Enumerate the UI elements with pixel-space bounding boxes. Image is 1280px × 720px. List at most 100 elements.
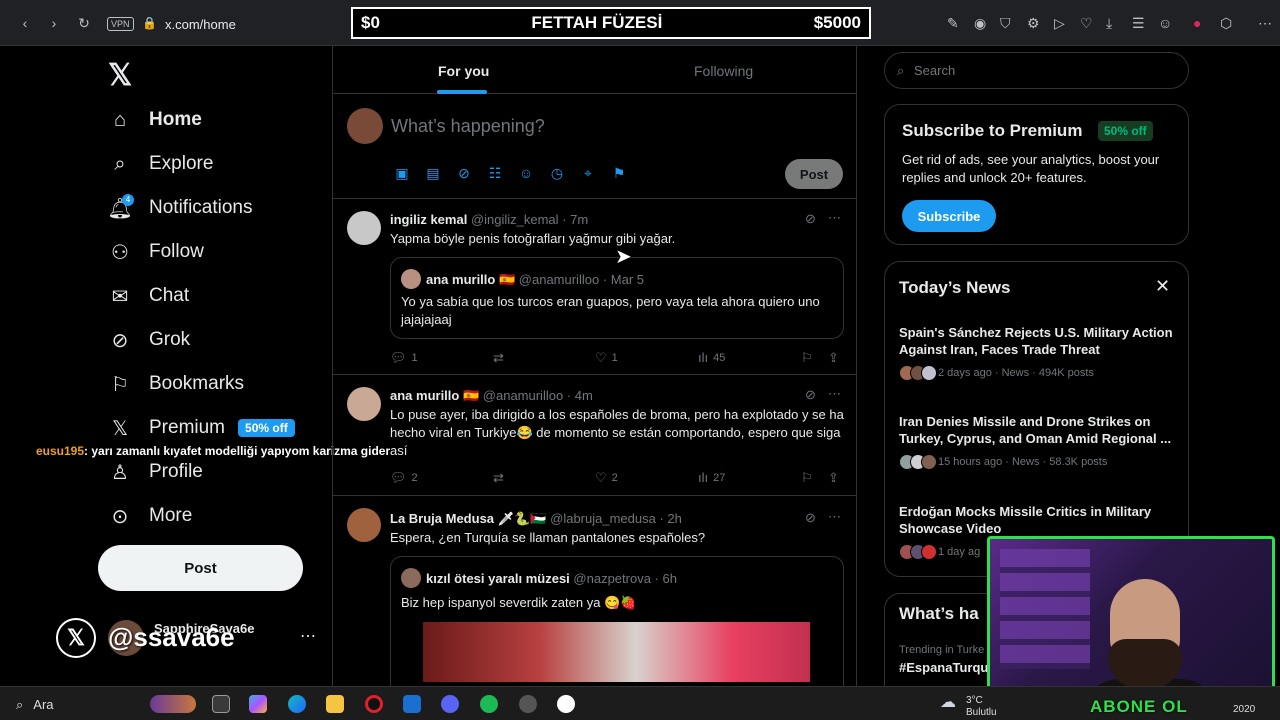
media-image[interactable]: [423, 622, 810, 682]
author-handle[interactable]: @labruja_medusa: [550, 511, 656, 526]
download-icon[interactable]: ⤓: [1106, 15, 1112, 32]
subscribe-button[interactable]: Subscribe: [902, 200, 996, 232]
address-bar[interactable]: x.com/home: [165, 17, 236, 32]
nav-home[interactable]: ⌂ Home: [108, 100, 202, 140]
retweet-button[interactable]: ⇄: [493, 470, 504, 486]
more-dots-icon[interactable]: ⋯: [828, 210, 841, 226]
quoted-tweet[interactable]: kızıl ötesi yaralı müzesi @nazpetrova · …: [390, 556, 844, 686]
views-button[interactable]: ılı 27: [698, 470, 725, 485]
tab-following[interactable]: Following: [694, 63, 753, 79]
copilot-icon[interactable]: [249, 695, 267, 713]
list-icon[interactable]: ☰: [1132, 15, 1145, 32]
author-name[interactable]: ana murillo 🇪🇸: [390, 388, 479, 403]
more-dots-icon[interactable]: ⋯: [300, 626, 316, 646]
nav-premium[interactable]: 𝕏 Premium 50% off: [108, 408, 295, 448]
task-view-icon[interactable]: [212, 695, 230, 713]
views-button[interactable]: ılı 45: [698, 350, 725, 365]
compose-post-button[interactable]: Post: [785, 159, 843, 189]
avatar[interactable]: [347, 387, 381, 421]
trend-hashtag[interactable]: #EspanaTurqu: [899, 660, 988, 675]
steam-icon[interactable]: [519, 695, 537, 713]
discord-icon[interactable]: [441, 695, 459, 713]
news-item[interactable]: Iran Denies Missile and Drone Strikes on…: [899, 413, 1179, 470]
lock-icon[interactable]: 🔒: [142, 16, 157, 30]
compose-input[interactable]: What’s happening?: [391, 116, 545, 137]
translate-icon[interactable]: ⚙: [1027, 15, 1040, 32]
nav-grok[interactable]: ⊘ Grok: [108, 320, 191, 360]
shield-icon[interactable]: ⛉: [1000, 15, 1011, 32]
back-icon[interactable]: ‹: [17, 15, 33, 31]
tweet-time[interactable]: · 2h: [659, 511, 681, 526]
like-button[interactable]: ♡ 2: [595, 470, 618, 486]
grok-icon[interactable]: ⊘: [805, 387, 816, 403]
taskbar-clock[interactable]: 2020: [1233, 704, 1255, 715]
tweet-time[interactable]: · 7m: [562, 212, 588, 227]
grok-icon[interactable]: ⊘: [455, 164, 473, 182]
x-logo-icon[interactable]: 𝕏: [108, 58, 132, 93]
search-box[interactable]: ⌕ Search: [884, 52, 1189, 89]
menu-icon[interactable]: ⋯: [1258, 15, 1272, 32]
author-handle[interactable]: @ingiliz_kemal: [471, 212, 559, 227]
nav-more[interactable]: ⊙ More: [108, 496, 193, 536]
image-icon[interactable]: ▣: [393, 164, 411, 182]
nav-chat[interactable]: ✉ Chat: [108, 276, 190, 316]
quoted-tweet[interactable]: ana murillo 🇪🇸 @anamurilloo · Mar 5 Yo y…: [390, 257, 844, 339]
share-button[interactable]: ⇪: [828, 350, 839, 366]
opera-icon[interactable]: [365, 695, 383, 713]
grok-icon[interactable]: ⊘: [805, 510, 816, 526]
nav-follow[interactable]: ⚇ Follow: [108, 232, 204, 272]
like-button[interactable]: ♡ 1: [595, 350, 618, 366]
close-icon[interactable]: ✕: [1155, 276, 1170, 297]
extension-icon[interactable]: ●: [1193, 15, 1201, 31]
author-handle[interactable]: @anamurilloo: [483, 388, 563, 403]
media-player-icon[interactable]: [557, 695, 575, 713]
vpn-badge[interactable]: VPN: [107, 17, 134, 31]
reply-button[interactable]: 💬︎ 2: [390, 470, 418, 486]
reload-icon[interactable]: ↻: [76, 15, 92, 31]
spotify-icon[interactable]: [480, 695, 498, 713]
tweet-time[interactable]: · 4m: [567, 388, 593, 403]
avatar[interactable]: [347, 211, 381, 245]
play-icon[interactable]: ▷: [1054, 15, 1065, 32]
account-switcher[interactable]: 𝕏 SapphireSava6e @ssava6e ⋯: [56, 618, 326, 658]
edge-icon[interactable]: [288, 695, 306, 713]
forward-icon[interactable]: ›: [46, 15, 62, 31]
heart-icon[interactable]: ♡: [1080, 15, 1093, 32]
retweet-button[interactable]: ⇄: [493, 350, 504, 366]
schedule-icon[interactable]: ◷: [548, 164, 566, 182]
share-button[interactable]: ⇪: [828, 470, 839, 486]
tab-for-you[interactable]: For you: [438, 63, 489, 79]
author-name[interactable]: La Bruja Medusa 🗡🐍🇵🇸: [390, 511, 547, 526]
tweet[interactable]: La Bruja Medusa 🗡🐍🇵🇸 @labruja_medusa · 2…: [333, 496, 856, 686]
file-explorer-icon[interactable]: [326, 695, 344, 713]
profile-icon[interactable]: ☺: [1158, 15, 1172, 31]
location-icon[interactable]: ⌖: [579, 164, 597, 182]
nav-profile[interactable]: ♙ Profile: [108, 452, 203, 492]
search-input[interactable]: Search: [914, 63, 955, 78]
cube-icon[interactable]: ⬡: [1220, 15, 1232, 32]
emoji-icon[interactable]: ☺: [517, 164, 535, 182]
more-dots-icon[interactable]: ⋯: [828, 386, 841, 402]
more-dots-icon[interactable]: ⋯: [828, 509, 841, 525]
nav-explore[interactable]: ⌕ Explore: [108, 144, 213, 184]
retweet-icon: ⇄: [493, 350, 504, 365]
reply-button[interactable]: 💬︎ 1: [390, 350, 418, 366]
edit-icon[interactable]: ✎: [947, 15, 959, 32]
post-button[interactable]: Post: [98, 545, 303, 591]
poll-icon[interactable]: ☷: [486, 164, 504, 182]
bookmark-button[interactable]: ⚐: [801, 470, 813, 486]
taskbar-search[interactable]: ⌕ Ara: [16, 697, 54, 713]
taskbar-widget-icon[interactable]: [150, 695, 196, 713]
gif-icon[interactable]: ▤: [424, 164, 442, 182]
news-item[interactable]: Spain's Sánchez Rejects U.S. Military Ac…: [899, 324, 1179, 381]
camera-icon[interactable]: ◉: [974, 15, 986, 32]
flag-icon[interactable]: ⚑: [610, 164, 628, 182]
avatar[interactable]: [347, 508, 381, 542]
author-name[interactable]: ingiliz kemal: [390, 212, 467, 227]
bookmark-button[interactable]: ⚐: [801, 350, 813, 366]
mail-icon[interactable]: [403, 695, 421, 713]
grok-icon[interactable]: ⊘: [805, 211, 816, 227]
tweet[interactable]: ingiliz kemal @ingiliz_kemal · 7m ⊘ ⋯ Ya…: [333, 199, 856, 375]
tweet[interactable]: ana murillo 🇪🇸 @anamurilloo · 4m ⊘ ⋯ Lo …: [333, 375, 856, 496]
nav-bookmarks[interactable]: ⚐ Bookmarks: [108, 364, 244, 404]
